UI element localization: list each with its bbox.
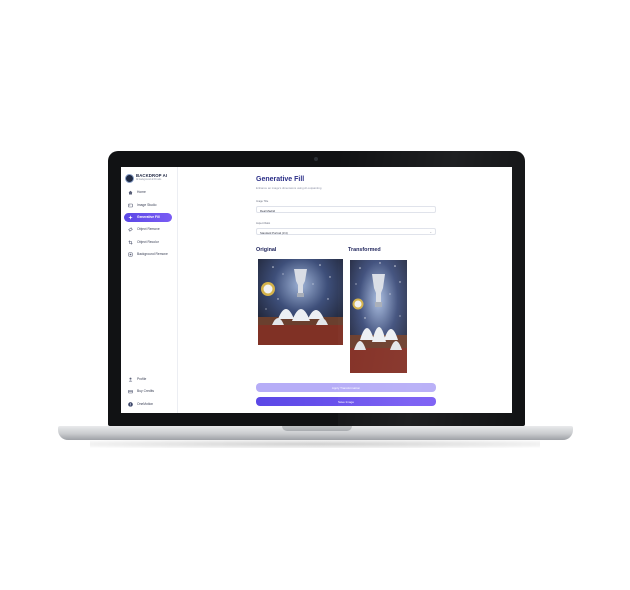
sidebar-item-object-recolor[interactable]: Object Recolor (124, 238, 172, 247)
save-image-label: Save Image (337, 399, 354, 404)
sidebar-item-image-studio[interactable]: Image Studio (124, 201, 172, 210)
image-title-value: Real Madrid (260, 208, 276, 213)
apply-transformation-label: Apply Transformation (331, 385, 361, 390)
page-title: Generative Fill (256, 176, 305, 183)
sidebar-item-account[interactable]: OneMotion (124, 400, 172, 409)
sidebar-item-label: Buy Credits (137, 389, 155, 394)
sidebar-item-label: Image Studio (137, 203, 157, 208)
transformed-image (350, 260, 407, 373)
credit-card-icon (128, 389, 133, 394)
aspect-ratio-value: Standard Portrait (3:4) (260, 230, 288, 235)
save-image-button[interactable]: Save Image (256, 397, 436, 406)
sidebar-item-label: Home (137, 190, 146, 195)
main-content: Generative Fill Enhance an image's dimen… (178, 167, 512, 413)
home-icon (128, 190, 133, 195)
sidebar-item-generative-fill[interactable]: Generative Fill (124, 213, 172, 222)
original-heading: Original (256, 247, 277, 253)
aspect-ratio-select[interactable]: Standard Portrait (3:4) ⌄ (256, 228, 436, 235)
laptop-shadow (90, 440, 540, 448)
brand-name: BACKDROP AI (136, 173, 168, 178)
apply-transformation-button[interactable]: Apply Transformation (256, 383, 436, 392)
app-screen: BACKDROP AI AI background & fill tools H… (121, 167, 512, 413)
sparkle-icon (128, 215, 133, 220)
sidebar-item-home[interactable]: Home (124, 188, 172, 197)
brand-tagline: AI background & fill tools (136, 179, 162, 181)
user-icon (128, 377, 133, 382)
sidebar-item-buy-credits[interactable]: Buy Credits (124, 387, 172, 396)
chevron-down-icon: ⌄ (429, 230, 432, 235)
avatar (128, 402, 133, 407)
layers-icon (128, 252, 133, 257)
image-title-label: Image Title (256, 200, 269, 203)
sidebar-item-background-remove[interactable]: Background Remove (124, 250, 172, 259)
sidebar-item-label: Object Recolor (137, 240, 159, 245)
transformed-heading: Transformed (348, 247, 381, 253)
sidebar-item-object-remove[interactable]: Object Remove (124, 225, 172, 234)
crop-icon (128, 240, 133, 245)
brand[interactable]: BACKDROP AI AI background & fill tools (125, 173, 175, 185)
page-subtitle: Enhance an image's dimensions using AI o… (256, 186, 322, 190)
image-title-input[interactable]: Real Madrid (256, 206, 436, 213)
sidebar-item-label: Background Remove (137, 252, 168, 257)
webcam (314, 157, 318, 161)
sidebar-item-label: OneMotion (137, 402, 154, 407)
original-image (258, 259, 343, 345)
sidebar-item-label: Profile (137, 377, 147, 382)
sidebar-item-profile[interactable]: Profile (124, 375, 172, 384)
aspect-ratio-label: Aspect Ratio (256, 222, 271, 225)
sidebar-item-label: Generative Fill (137, 215, 160, 220)
brand-logo (125, 174, 134, 183)
sidebar: BACKDROP AI AI background & fill tools H… (121, 167, 178, 413)
image-icon (128, 203, 133, 208)
sidebar-item-label: Object Remove (137, 227, 160, 232)
eraser-icon (128, 227, 133, 232)
laptop-base-notch (282, 426, 352, 431)
